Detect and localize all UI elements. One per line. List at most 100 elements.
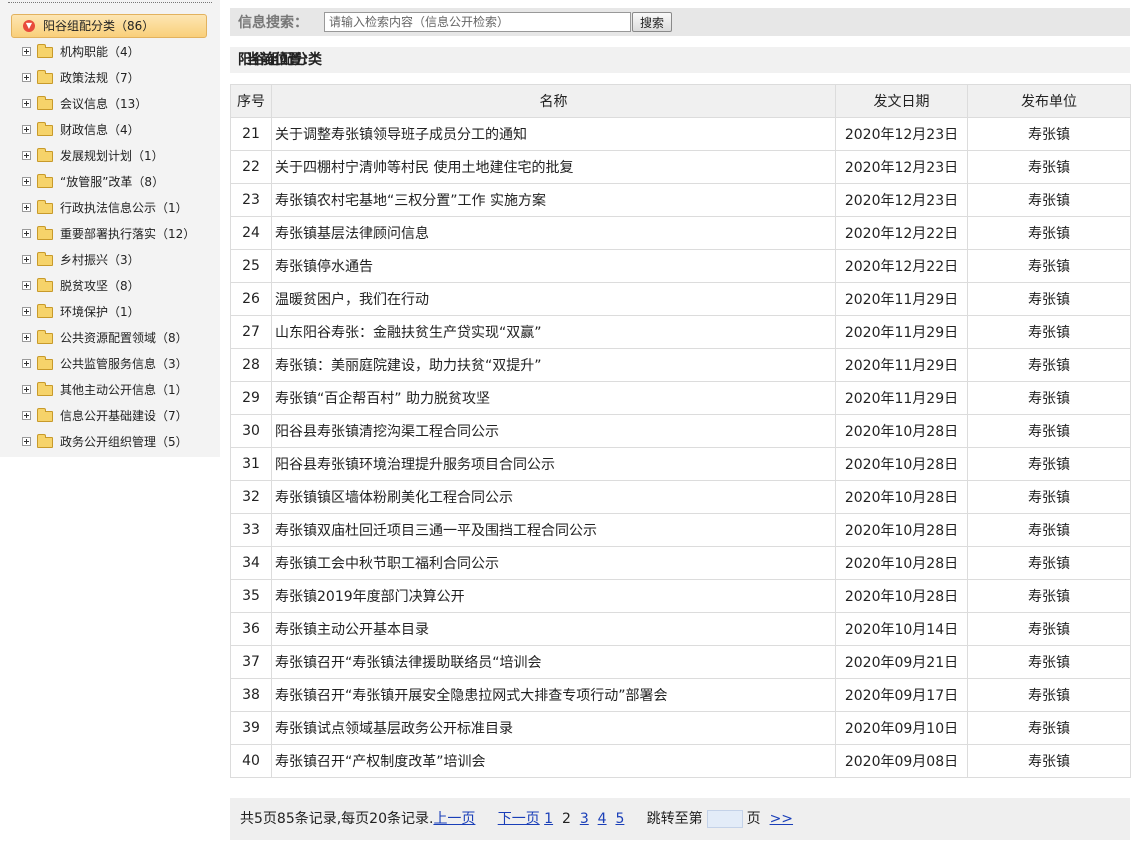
expand-plus-icon[interactable] — [22, 99, 31, 108]
table-row[interactable]: 29 寿张镇“百企帮百村” 助力脱贫攻坚 2020年11月29日 寿张镇 — [230, 381, 1131, 415]
cell-date: 2020年11月29日 — [835, 381, 968, 415]
expand-plus-icon[interactable] — [22, 125, 31, 134]
page-link-1[interactable]: 1 — [544, 811, 553, 827]
cell-title-link[interactable]: 寿张镇镇区墙体粉刷美化工程合同公示 — [271, 480, 836, 514]
table-row[interactable]: 28 寿张镇：美丽庭院建设，助力扶贫“双提升” 2020年11月29日 寿张镇 — [230, 348, 1131, 382]
search-button[interactable]: 搜索 — [632, 12, 672, 32]
cell-title-link[interactable]: 阳谷县寿张镇环境治理提升服务项目合同公示 — [271, 447, 836, 481]
table-row[interactable]: 36 寿张镇主动公开基本目录 2020年10月14日 寿张镇 — [230, 612, 1131, 646]
expand-plus-icon[interactable] — [22, 47, 31, 56]
cell-title-link[interactable]: 寿张镇召开“寿张镇法律援助联络员“培训会 — [271, 645, 836, 679]
folder-icon — [37, 70, 53, 84]
cell-title-link[interactable]: 寿张镇召开“寿张镇开展安全隐患拉网式大排查专项行动”部署会 — [271, 678, 836, 712]
cell-title-link[interactable]: 山东阳谷寿张：金融扶贫生产贷实现“双赢” — [271, 315, 836, 349]
cell-unit: 寿张镇 — [967, 381, 1131, 415]
tree-item-label: 其他主动公开信息（1） — [60, 383, 188, 397]
cell-title-link[interactable]: 关于调整寿张镇领导班子成员分工的通知 — [271, 117, 836, 151]
cell-title-link[interactable]: 寿张镇工会中秋节职工福利合同公示 — [271, 546, 836, 580]
table-row[interactable]: 37 寿张镇召开“寿张镇法律援助联络员“培训会 2020年09月21日 寿张镇 — [230, 645, 1131, 679]
cell-date: 2020年12月23日 — [835, 183, 968, 217]
expand-plus-icon[interactable] — [22, 151, 31, 160]
cell-date: 2020年12月23日 — [835, 117, 968, 151]
expand-plus-icon[interactable] — [22, 333, 31, 342]
cell-no: 28 — [230, 348, 272, 382]
cell-no: 22 — [230, 150, 272, 184]
expand-plus-icon[interactable] — [22, 255, 31, 264]
next-page-link[interactable]: 下一页 — [498, 811, 540, 827]
table-row[interactable]: 25 寿张镇停水通告 2020年12月22日 寿张镇 — [230, 249, 1131, 283]
page-link-3[interactable]: 3 — [580, 811, 589, 827]
page-link-5[interactable]: 5 — [615, 811, 624, 827]
cell-no: 29 — [230, 381, 272, 415]
cell-title-link[interactable]: 寿张镇双庙杜回迁项目三通一平及围挡工程合同公示 — [271, 513, 836, 547]
table-row[interactable]: 27 山东阳谷寿张：金融扶贫生产贷实现“双赢” 2020年11月29日 寿张镇 — [230, 315, 1131, 349]
cell-title-link[interactable]: 温暖贫困户，我们在行动 — [271, 282, 836, 316]
cell-title-link[interactable]: 寿张镇基层法律顾问信息 — [271, 216, 836, 250]
pagination: 共5页85条记录,每页20条记录.上一页 下一页 1 2 3 4 5 跳转至第 页… — [230, 798, 1130, 840]
col-header-date: 发文日期 — [835, 84, 968, 118]
cell-no: 27 — [230, 315, 272, 349]
col-header-unit: 发布单位 — [967, 84, 1131, 118]
collapse-arrow-icon[interactable]: ▼ — [23, 20, 35, 32]
cell-title-link[interactable]: 寿张镇：美丽庭院建设，助力扶贫“双提升” — [271, 348, 836, 382]
tree-root-node[interactable]: ▼ 阳谷组配分类（86） — [11, 14, 207, 38]
cell-title-link[interactable]: 寿张镇停水通告 — [271, 249, 836, 283]
expand-plus-icon[interactable] — [22, 411, 31, 420]
tree-item-label: 环境保护（1） — [60, 305, 140, 319]
cell-unit: 寿张镇 — [967, 447, 1131, 481]
cell-date: 2020年10月28日 — [835, 513, 968, 547]
cell-no: 34 — [230, 546, 272, 580]
expand-plus-icon[interactable] — [22, 437, 31, 446]
table-row[interactable]: 31 阳谷县寿张镇环境治理提升服务项目合同公示 2020年10月28日 寿张镇 — [230, 447, 1131, 481]
expand-plus-icon[interactable] — [22, 281, 31, 290]
table-row[interactable]: 24 寿张镇基层法律顾问信息 2020年12月22日 寿张镇 — [230, 216, 1131, 250]
documents-table: 序号 名称 发文日期 发布单位 21 关于调整寿张镇领导班子成员分工的通知 2020… — [230, 84, 1131, 778]
breadcrumb: 当前位置： 阳谷组配分类 — [230, 47, 1130, 73]
expand-plus-icon[interactable] — [22, 307, 31, 316]
search-input[interactable] — [324, 12, 631, 32]
table-row[interactable]: 30 阳谷县寿张镇清挖沟渠工程合同公示 2020年10月28日 寿张镇 — [230, 414, 1131, 448]
cell-title-link[interactable]: 关于四棚村宁清帅等村民 使用土地建住宅的批复 — [271, 150, 836, 184]
cell-unit: 寿张镇 — [967, 249, 1131, 283]
expand-plus-icon[interactable] — [22, 203, 31, 212]
table-row[interactable]: 22 关于四棚村宁清帅等村民 使用土地建住宅的批复 2020年12月23日 寿张镇 — [230, 150, 1131, 184]
expand-plus-icon[interactable] — [22, 73, 31, 82]
page-link-4[interactable]: 4 — [598, 811, 607, 827]
cell-unit: 寿张镇 — [967, 150, 1131, 184]
expand-plus-icon[interactable] — [22, 177, 31, 186]
table-row[interactable]: 26 温暖贫困户，我们在行动 2020年11月29日 寿张镇 — [230, 282, 1131, 316]
cell-title-link[interactable]: 阳谷县寿张镇清挖沟渠工程合同公示 — [271, 414, 836, 448]
col-header-no: 序号 — [230, 84, 272, 118]
prev-page-link[interactable]: 上一页 — [433, 811, 475, 827]
expand-plus-icon[interactable] — [22, 229, 31, 238]
cell-title-link[interactable]: 寿张镇2019年度部门决算公开 — [271, 579, 836, 613]
table-row[interactable]: 40 寿张镇召开“产权制度改革”培训会 2020年09月08日 寿张镇 — [230, 744, 1131, 778]
cell-no: 31 — [230, 447, 272, 481]
table-header-row: 序号 名称 发文日期 发布单位 — [230, 84, 1131, 118]
cell-title-link[interactable]: 寿张镇召开“产权制度改革”培训会 — [271, 744, 836, 778]
tree-item-label: 乡村振兴（3） — [60, 253, 140, 267]
table-row[interactable]: 39 寿张镇试点领域基层政务公开标准目录 2020年09月10日 寿张镇 — [230, 711, 1131, 745]
tree-item-label: 政策法规（7） — [60, 71, 140, 85]
tree-item-label: 发展规划计划（1） — [60, 149, 164, 163]
table-row[interactable]: 35 寿张镇2019年度部门决算公开 2020年10月28日 寿张镇 — [230, 579, 1131, 613]
cell-title-link[interactable]: 寿张镇农村宅基地“三权分置”工作 实施方案 — [271, 183, 836, 217]
folder-icon — [37, 148, 53, 162]
expand-plus-icon[interactable] — [22, 385, 31, 394]
cell-title-link[interactable]: 寿张镇试点领域基层政务公开标准目录 — [271, 711, 836, 745]
table-row[interactable]: 32 寿张镇镇区墙体粉刷美化工程合同公示 2020年10月28日 寿张镇 — [230, 480, 1131, 514]
cell-title-link[interactable]: 寿张镇主动公开基本目录 — [271, 612, 836, 646]
table-row[interactable]: 23 寿张镇农村宅基地“三权分置”工作 实施方案 2020年12月23日 寿张镇 — [230, 183, 1131, 217]
tree-item-label: 机构职能（4） — [60, 45, 140, 59]
table-row[interactable]: 38 寿张镇召开“寿张镇开展安全隐患拉网式大排查专项行动”部署会 2020年09月1… — [230, 678, 1131, 712]
jump-page-input[interactable] — [706, 810, 743, 828]
jump-go-link[interactable]: >> — [770, 811, 793, 827]
cell-unit: 寿张镇 — [967, 282, 1131, 316]
table-row[interactable]: 21 关于调整寿张镇领导班子成员分工的通知 2020年12月23日 寿张镇 — [230, 117, 1131, 151]
expand-plus-icon[interactable] — [22, 359, 31, 368]
cell-date: 2020年10月28日 — [835, 414, 968, 448]
cell-title-link[interactable]: 寿张镇“百企帮百村” 助力脱贫攻坚 — [271, 381, 836, 415]
table-row[interactable]: 33 寿张镇双庙杜回迁项目三通一平及围挡工程合同公示 2020年10月28日 寿张镇 — [230, 513, 1131, 547]
table-row[interactable]: 34 寿张镇工会中秋节职工福利合同公示 2020年10月28日 寿张镇 — [230, 546, 1131, 580]
folder-icon — [37, 278, 53, 292]
